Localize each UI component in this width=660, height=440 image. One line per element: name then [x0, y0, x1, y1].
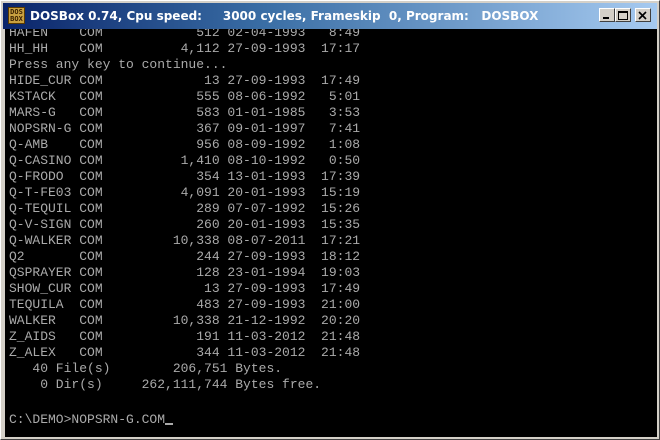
terminal-line: 0 Dir(s) 262,111,744 Bytes free.	[9, 377, 322, 392]
terminal-line: Q2 COM 244 27-09-1993 18:12	[9, 249, 361, 264]
close-icon	[638, 11, 647, 20]
prompt-text: C:\DEMO>NOPSRN-G.COM	[9, 412, 166, 427]
text-cursor	[165, 423, 174, 425]
terminal-line: WALKER COM 10,338 21-12-1992 20:20	[9, 313, 361, 328]
close-button[interactable]	[635, 8, 651, 22]
minimize-icon	[603, 17, 609, 19]
terminal-line: Q-T-FE03 COM 4,091 20-01-1993 15:19	[9, 185, 361, 200]
terminal-line: Z_ALEX COM 344 11-03-2012 21:48	[9, 345, 361, 360]
terminal-line: Q-TEQUIL COM 289 07-07-1992 15:26	[9, 201, 361, 216]
terminal-line: MARS-G COM 583 01-01-1985 3:53	[9, 105, 361, 120]
command-prompt[interactable]: C:\DEMO>NOPSRN-G.COM	[9, 412, 174, 428]
maximize-button[interactable]	[615, 8, 631, 22]
terminal-line: Z_AIDS COM 191 11-03-2012 21:48	[9, 329, 361, 344]
terminal-line: Q-FRODO COM 354 13-01-1993 17:39	[9, 169, 361, 184]
terminal-line: Q-V-SIGN COM 260 20-01-1993 15:35	[9, 217, 361, 232]
window-title: DOSBox 0.74, Cpu speed: 3000 cycles, Fra…	[30, 9, 539, 23]
terminal-line: KSTACK COM 555 08-06-1992 5:01	[9, 89, 361, 104]
terminal-line: Q-WALKER COM 10,338 08-07-2011 17:21	[9, 233, 361, 248]
terminal-line: HH_HH COM 4,112 27-09-1993 17:17	[9, 41, 361, 56]
terminal-line: TEQUILA COM 483 27-09-1993 21:00	[9, 297, 361, 312]
title-bar[interactable]: DOS BOX DOSBox 0.74, Cpu speed: 3000 cycl…	[3, 3, 657, 29]
terminal-line: Q-AMB COM 956 08-09-1992 1:08	[9, 137, 361, 152]
terminal-line: Q-CASINO COM 1,410 08-10-1992 0:50	[9, 153, 361, 168]
dosbox-app-icon[interactable]: DOS BOX	[8, 7, 25, 24]
dosbox-window: DOS BOX DOSBox 0.74, Cpu speed: 3000 cycl…	[0, 0, 660, 440]
dos-screen[interactable]: HAFEN COM 512 02-04-1993 8:49 HH_HH COM 4…	[5, 29, 657, 437]
minimize-button[interactable]	[599, 8, 615, 22]
terminal-line: HAFEN COM 512 02-04-1993 8:49	[9, 29, 361, 40]
terminal-line: Press any key to continue...	[9, 57, 228, 72]
terminal-line: NOPSRN-G COM 367 09-01-1997 7:41	[9, 121, 361, 136]
terminal-output: HAFEN COM 512 02-04-1993 8:49 HH_HH COM 4…	[9, 29, 360, 425]
terminal-line: QSPRAYER COM 128 23-01-1994 19:03	[9, 265, 361, 280]
terminal-line: 40 File(s) 206,751 Bytes.	[9, 361, 283, 376]
maximize-icon	[618, 11, 628, 20]
terminal-line: SHOW_CUR COM 13 27-09-1993 17:49	[9, 281, 361, 296]
terminal-line: HIDE_CUR COM 13 27-09-1993 17:49	[9, 73, 361, 88]
